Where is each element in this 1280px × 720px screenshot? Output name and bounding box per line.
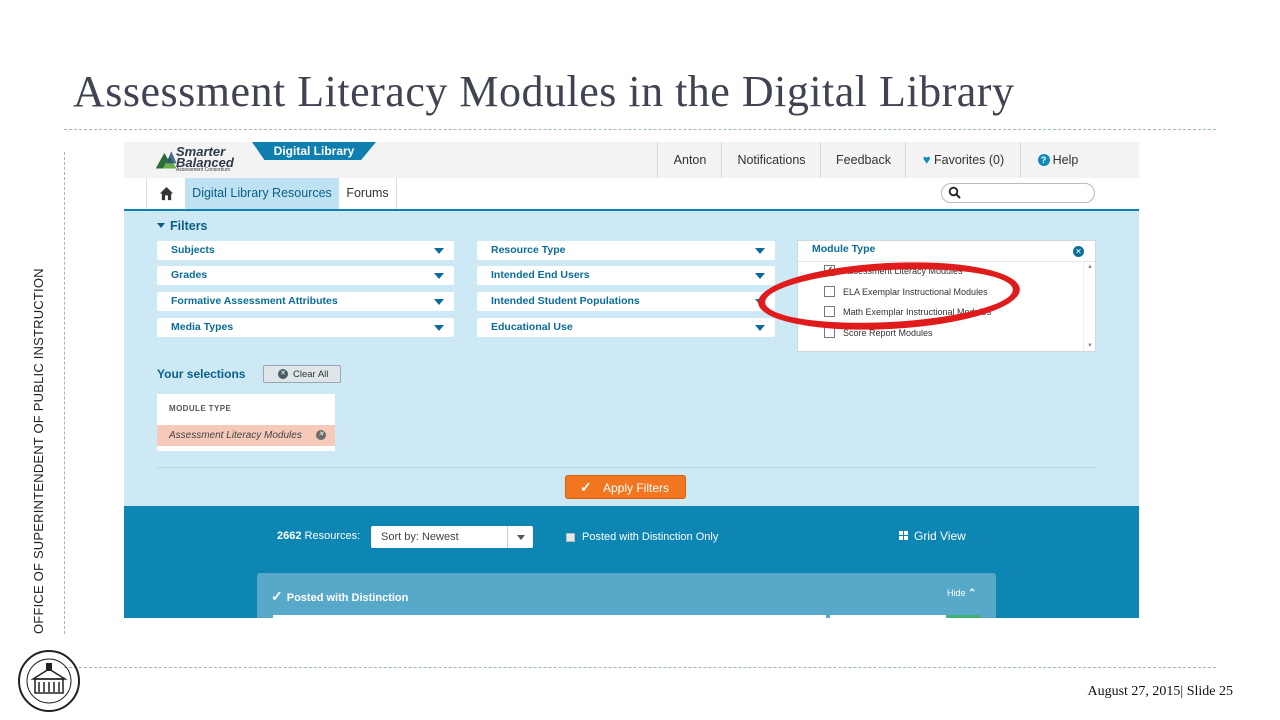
posted-with-distinction-panel: ✓ Posted with Distinction Hide ⌃ bbox=[257, 573, 996, 618]
logo-wordmark: Smarter Balanced bbox=[176, 144, 234, 170]
search-input[interactable] bbox=[941, 183, 1095, 203]
search-icon bbox=[948, 186, 961, 199]
feedback-link[interactable]: Feedback bbox=[820, 142, 906, 178]
chevron-down-icon bbox=[755, 325, 765, 331]
chevron-down-icon bbox=[434, 325, 444, 331]
remove-selection-icon[interactable]: ✕ bbox=[316, 430, 326, 440]
selections-box: MODULE TYPE Assessment Literacy Modules … bbox=[157, 394, 335, 451]
sort-select[interactable]: Sort by: Newest bbox=[371, 526, 533, 548]
media-types-dropdown[interactable]: Media Types bbox=[157, 318, 454, 337]
grades-dropdown[interactable]: Grades bbox=[157, 266, 454, 285]
hide-toggle[interactable]: Hide ⌃ bbox=[947, 588, 976, 599]
panel-accent bbox=[947, 615, 980, 618]
results-area: 2662 Resources: Sort by: Newest Posted w… bbox=[124, 506, 1139, 618]
distinction-only-checkbox[interactable] bbox=[566, 533, 575, 542]
chevron-down-icon bbox=[434, 299, 444, 305]
favorites-link[interactable]: ♥ Favorites (0) bbox=[905, 142, 1021, 178]
chevron-down-icon bbox=[755, 273, 765, 279]
checkmark-icon: ✓ bbox=[271, 588, 283, 604]
slide-title: Assessment Literacy Modules in the Digit… bbox=[73, 67, 1015, 116]
close-icon[interactable]: ✕ bbox=[1073, 246, 1084, 257]
resource-count: 2662 Resources: bbox=[277, 530, 361, 542]
distinction-only-label[interactable]: Posted with Distinction Only bbox=[582, 531, 718, 543]
scrollbar[interactable]: ▲ ▼ bbox=[1083, 262, 1096, 351]
tab-digital-library-resources[interactable]: Digital Library Resources bbox=[185, 178, 339, 209]
filters-toggle[interactable]: Filters bbox=[157, 219, 208, 233]
grid-view-toggle[interactable]: Grid View bbox=[899, 529, 966, 543]
chevron-down-icon bbox=[755, 248, 765, 254]
your-selections-heading: Your selections bbox=[157, 367, 246, 381]
module-type-label: Module Type bbox=[812, 243, 876, 255]
intended-end-users-dropdown[interactable]: Intended End Users bbox=[477, 266, 775, 285]
top-divider bbox=[64, 129, 1216, 130]
logo-subtitle: Assessment Consortium bbox=[176, 167, 231, 173]
clear-icon: ✕ bbox=[278, 369, 288, 379]
sub-navigation-bar: Digital Library Resources Forums bbox=[124, 178, 1139, 211]
selection-group-label: MODULE TYPE bbox=[169, 404, 232, 413]
collapse-triangle-icon bbox=[157, 223, 165, 228]
chevron-up-icon: ⌃ bbox=[968, 588, 977, 599]
apply-filters-button[interactable]: ✓ Apply Filters bbox=[565, 475, 686, 499]
home-button[interactable] bbox=[146, 178, 186, 209]
panel-title: ✓ Posted with Distinction bbox=[271, 588, 409, 604]
digital-library-tab[interactable]: Digital Library bbox=[252, 142, 376, 160]
slide-footer: August 27, 2015| Slide 25 bbox=[1087, 684, 1233, 699]
side-divider bbox=[64, 152, 65, 634]
digital-library-screenshot: Smarter Balanced Assessment Consortium D… bbox=[124, 142, 1139, 618]
ospi-seal-icon bbox=[18, 650, 80, 712]
checkmark-icon: ✓ bbox=[580, 479, 592, 495]
heart-icon: ♥ bbox=[922, 152, 931, 167]
top-navigation-bar: Smarter Balanced Assessment Consortium D… bbox=[124, 142, 1139, 179]
intended-student-populations-dropdown[interactable]: Intended Student Populations bbox=[477, 292, 775, 311]
side-organization-text: OFFICE OF SUPERINTENDENT OF PUBLIC INSTR… bbox=[31, 268, 46, 634]
user-menu-anton[interactable]: Anton bbox=[657, 142, 722, 178]
divider bbox=[798, 261, 1095, 262]
educational-use-dropdown[interactable]: Educational Use bbox=[477, 318, 775, 337]
help-icon: ? bbox=[1037, 154, 1050, 166]
bottom-divider bbox=[64, 667, 1216, 668]
divider bbox=[157, 467, 1096, 468]
help-link[interactable]: ? Help bbox=[1020, 142, 1095, 178]
chevron-down-icon bbox=[507, 526, 534, 548]
chevron-down-icon bbox=[434, 248, 444, 254]
panel-content-edge bbox=[830, 615, 946, 618]
formative-assessment-attributes-dropdown[interactable]: Formative Assessment Attributes bbox=[157, 292, 454, 311]
tab-forums[interactable]: Forums bbox=[339, 178, 397, 209]
grid-icon bbox=[899, 531, 908, 540]
notifications-link[interactable]: Notifications bbox=[721, 142, 821, 178]
resource-type-dropdown[interactable]: Resource Type bbox=[477, 241, 775, 260]
panel-content-edge bbox=[273, 615, 826, 618]
subjects-dropdown[interactable]: Subjects bbox=[157, 241, 454, 260]
chevron-down-icon bbox=[434, 273, 444, 279]
home-icon bbox=[159, 186, 174, 201]
selection-chip[interactable]: Assessment Literacy Modules ✕ bbox=[157, 425, 335, 446]
clear-all-button[interactable]: ✕ Clear All bbox=[263, 365, 341, 383]
